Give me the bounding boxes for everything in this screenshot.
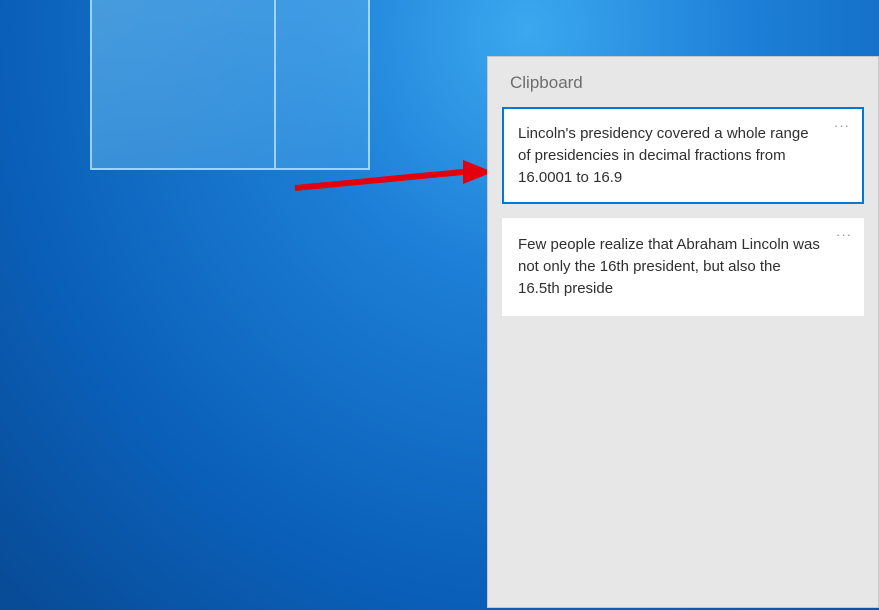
clipboard-item[interactable]: Few people realize that Abraham Lincoln … — [502, 218, 864, 315]
clipboard-item-text: Few people realize that Abraham Lincoln … — [518, 234, 820, 299]
clipboard-item[interactable]: Lincoln's presidency covered a whole ran… — [502, 107, 864, 204]
clipboard-item-text: Lincoln's presidency covered a whole ran… — [518, 123, 820, 188]
clipboard-list: Lincoln's presidency covered a whole ran… — [488, 107, 878, 316]
panel-title: Clipboard — [488, 57, 878, 107]
clipboard-panel: Clipboard Lincoln's presidency covered a… — [487, 56, 879, 608]
more-options-icon[interactable]: ··· — [836, 228, 852, 241]
more-options-icon[interactable]: ··· — [834, 119, 850, 132]
windows-logo-overlay — [90, 0, 370, 170]
